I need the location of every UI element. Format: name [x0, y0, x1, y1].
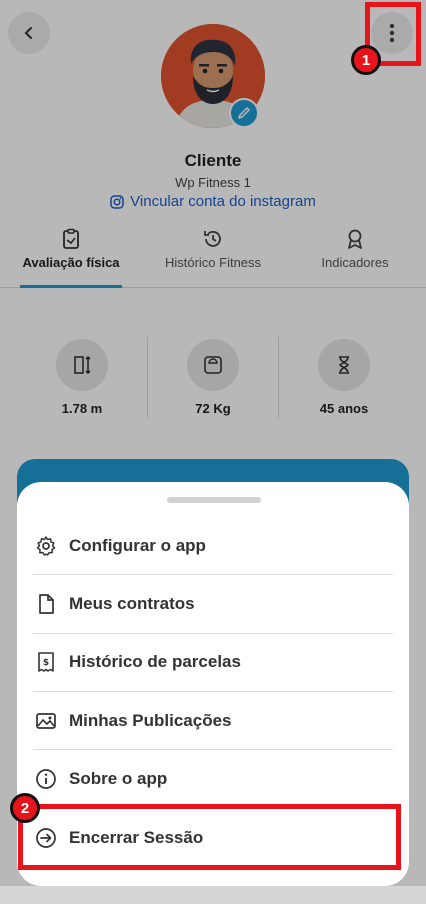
- menu-item-label: Minhas Publicações: [69, 710, 232, 730]
- menu-item-meus-contratos[interactable]: Meus contratos: [33, 575, 393, 634]
- highlight-box-encerrar-sessao: [18, 804, 401, 870]
- menu-item-label: Meus contratos: [69, 593, 195, 613]
- menu-item-label: Sobre o app: [69, 768, 168, 788]
- gear-icon: [35, 535, 57, 557]
- receipt-icon: $: [35, 651, 57, 673]
- menu-item-historico-parcelas[interactable]: $ Histórico de parcelas: [33, 634, 393, 692]
- svg-text:$: $: [43, 658, 49, 668]
- bottom-strip: [0, 886, 426, 904]
- menu-item-label: Configurar o app: [69, 535, 206, 555]
- sheet-handle[interactable]: [167, 497, 261, 503]
- document-icon: [35, 593, 57, 615]
- menu-item-configurar-app[interactable]: Configurar o app: [33, 517, 393, 576]
- step-marker-1: 1: [351, 45, 381, 75]
- menu-item-label: Histórico de parcelas: [69, 652, 241, 672]
- info-icon: [35, 768, 57, 790]
- image-icon: [35, 710, 57, 732]
- menu-item-sobre-app[interactable]: Sobre o app: [33, 750, 393, 809]
- menu-item-minhas-publicacoes[interactable]: Minhas Publicações: [33, 692, 393, 751]
- step-marker-2: 2: [10, 793, 40, 823]
